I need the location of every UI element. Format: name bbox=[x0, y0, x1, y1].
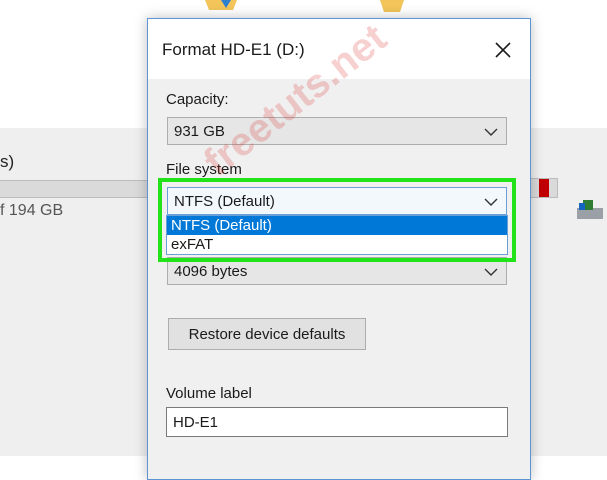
close-icon bbox=[495, 42, 511, 58]
dialog-title: Format HD-E1 (D:) bbox=[162, 40, 305, 59]
drive-usage-bar bbox=[0, 180, 151, 198]
capacity-label: Capacity: bbox=[166, 91, 229, 108]
volume-label-label: Volume label bbox=[166, 385, 252, 402]
highlight-frame bbox=[158, 178, 516, 262]
folder-icon bbox=[380, 0, 404, 12]
capacity-value: 931 GB bbox=[174, 123, 225, 140]
volume-label-input[interactable]: HD-E1 bbox=[166, 407, 508, 437]
drive-name-text: s) bbox=[0, 152, 15, 171]
title-bar: Format HD-E1 (D:) bbox=[148, 19, 530, 79]
drive-free-text: f 194 GB bbox=[0, 202, 64, 219]
restore-defaults-button[interactable]: Restore device defaults bbox=[168, 318, 366, 350]
file-system-label: File system bbox=[166, 161, 242, 178]
allocation-unit-value: 4096 bytes bbox=[174, 263, 248, 280]
volume-label-value: HD-E1 bbox=[173, 414, 219, 431]
drive-icon bbox=[577, 200, 603, 219]
chevron-down-icon bbox=[484, 128, 498, 136]
capacity-select[interactable]: 931 GB bbox=[167, 117, 507, 145]
folder-icon bbox=[205, 0, 237, 10]
close-button[interactable] bbox=[488, 37, 518, 63]
chevron-down-icon bbox=[484, 268, 498, 276]
